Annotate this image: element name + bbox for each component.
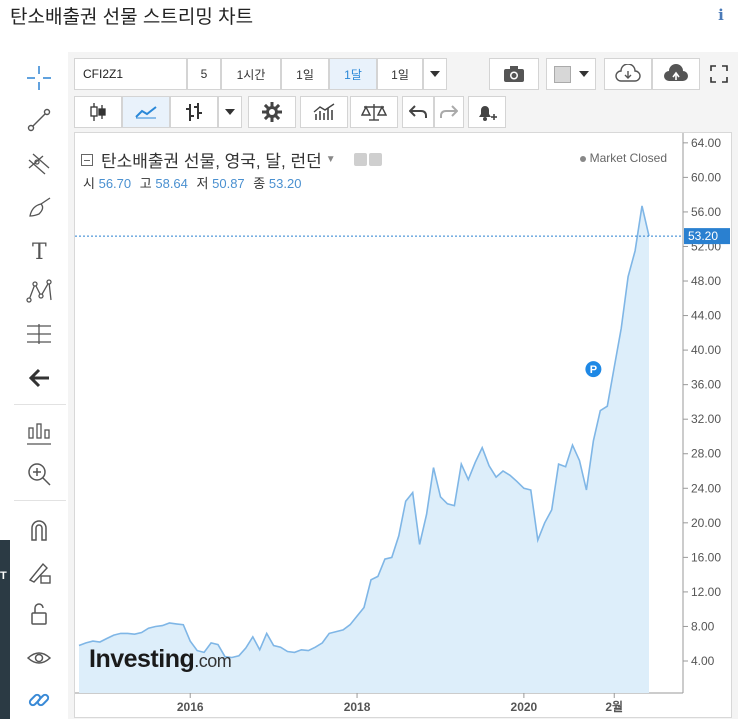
y-tick-label: 60.00 bbox=[691, 170, 721, 184]
fullscreen-icon[interactable] bbox=[704, 58, 734, 90]
cloud-download-icon[interactable] bbox=[604, 58, 652, 90]
link-icon[interactable] bbox=[10, 682, 68, 718]
compare-scale-icon[interactable] bbox=[350, 96, 398, 128]
area-chart-icon[interactable] bbox=[122, 96, 170, 128]
x-tick-label: 2월 bbox=[605, 699, 623, 714]
pattern-icon[interactable] bbox=[10, 274, 68, 310]
interval-1h[interactable]: 1시간 bbox=[221, 58, 281, 90]
y-tick-label: 40.00 bbox=[691, 343, 721, 357]
x-tick-label: 2018 bbox=[344, 700, 371, 714]
info-icon[interactable]: i bbox=[714, 6, 728, 24]
chevron-down-icon[interactable] bbox=[423, 58, 447, 90]
series-area bbox=[79, 205, 649, 693]
zoom-in-icon[interactable] bbox=[10, 456, 68, 492]
cloud-upload-icon[interactable] bbox=[652, 58, 700, 90]
event-marker-label: P bbox=[590, 364, 597, 376]
y-tick-label: 12.00 bbox=[691, 585, 721, 599]
y-tick-label: 16.00 bbox=[691, 550, 721, 564]
interval-5[interactable]: 5 bbox=[187, 58, 221, 90]
settings-gear-icon[interactable] bbox=[248, 96, 296, 128]
chart-pane[interactable]: 탄소배출권 선물, 영국, 달, 런던 ▼ 시 56.70 고 58.64 저 … bbox=[74, 132, 732, 718]
x-tick-label: 2020 bbox=[511, 700, 538, 714]
x-tick-label: 2016 bbox=[177, 700, 204, 714]
interval-1d[interactable]: 1일 bbox=[281, 58, 329, 90]
interval-1m[interactable]: 1달 bbox=[329, 58, 377, 90]
y-tick-label: 56.00 bbox=[691, 205, 721, 219]
unlock-icon[interactable] bbox=[10, 596, 68, 632]
investing-logo: Investing.com bbox=[89, 645, 232, 673]
camera-icon[interactable] bbox=[489, 58, 539, 90]
color-picker-button[interactable] bbox=[546, 58, 596, 90]
y-tick-label: 20.00 bbox=[691, 516, 721, 530]
chart-widget: CFI2Z1 5 1시간 1일 1달 1일 탄소배출권 선물, 영국, 달, 런… bbox=[68, 52, 738, 719]
side-panel-edge: T bbox=[0, 540, 10, 719]
lock-drawing-icon[interactable] bbox=[10, 554, 68, 590]
magnet-icon[interactable] bbox=[10, 512, 68, 548]
text-tool-icon[interactable]: T bbox=[10, 232, 68, 268]
brush-icon[interactable] bbox=[10, 190, 68, 226]
page-title: 탄소배출권 선물 스트리밍 차트 bbox=[10, 7, 254, 28]
y-tick-label: 28.00 bbox=[691, 447, 721, 461]
y-tick-label: 8.00 bbox=[691, 619, 715, 633]
undo-icon[interactable] bbox=[402, 96, 434, 128]
bar-chart-icon[interactable] bbox=[170, 96, 218, 128]
pitchfork-icon[interactable] bbox=[10, 146, 68, 182]
trend-line-icon[interactable] bbox=[10, 102, 68, 138]
redo-icon[interactable] bbox=[434, 96, 464, 128]
alert-bell-icon[interactable] bbox=[468, 96, 506, 128]
studies-icon[interactable] bbox=[300, 96, 348, 128]
eye-icon[interactable] bbox=[10, 640, 68, 676]
price-chart: 4.00 8.00 12.00 16.00 20.00 24.00 28.00 32.00 36… bbox=[75, 133, 730, 714]
last-price-label: 53.20 bbox=[688, 229, 718, 243]
symbol-input[interactable]: CFI2Z1 bbox=[74, 58, 187, 90]
arrow-left-icon[interactable] bbox=[10, 360, 68, 396]
y-tick-label: 44.00 bbox=[691, 309, 721, 323]
svg-text:T: T bbox=[32, 240, 47, 264]
drawing-toolbar: T bbox=[10, 52, 68, 719]
indicators-icon[interactable] bbox=[10, 416, 68, 452]
y-tick-label: 48.00 bbox=[691, 274, 721, 288]
chart-type-chevron-icon[interactable] bbox=[218, 96, 242, 128]
y-tick-label: 4.00 bbox=[691, 654, 715, 668]
y-tick-label: 36.00 bbox=[691, 378, 721, 392]
y-tick-label: 32.00 bbox=[691, 412, 721, 426]
crosshair-icon[interactable] bbox=[10, 60, 68, 96]
interval-dropdown-value[interactable]: 1일 bbox=[377, 58, 423, 90]
y-tick-label: 64.00 bbox=[691, 136, 721, 150]
fib-retracement-icon[interactable] bbox=[10, 316, 68, 352]
candlestick-icon[interactable] bbox=[74, 96, 122, 128]
y-tick-label: 24.00 bbox=[691, 481, 721, 495]
